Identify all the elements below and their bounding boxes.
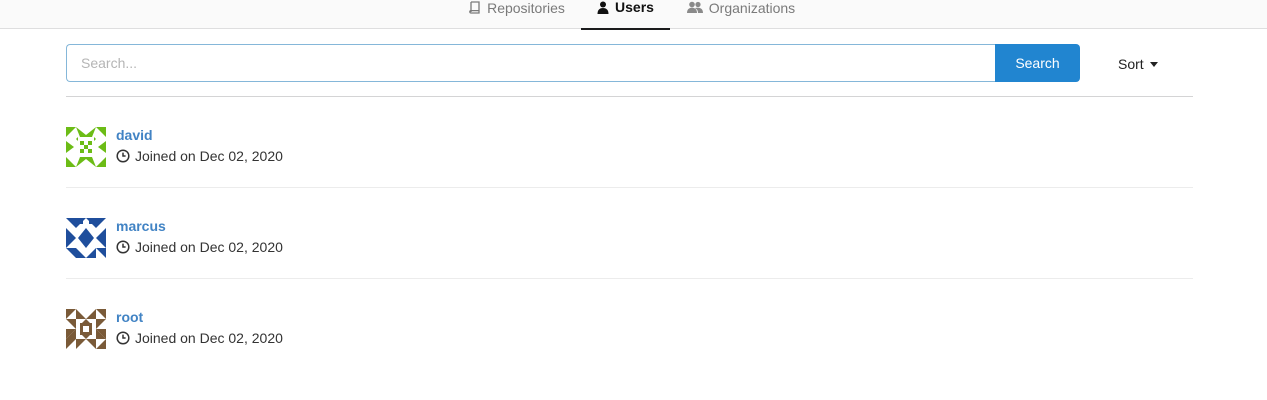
joined-info: Joined on Dec 02, 2020 (116, 330, 283, 346)
clock-icon (116, 240, 130, 254)
tab-label: Repositories (487, 0, 565, 16)
list-item: root Joined on Dec 02, 2020 (66, 279, 1193, 370)
sort-dropdown[interactable]: Sort (1118, 54, 1158, 74)
avatar[interactable] (66, 127, 106, 167)
joined-prefix: Joined on (135, 239, 196, 255)
users-icon (686, 1, 703, 14)
list-item: david Joined on Dec 02, 2020 (66, 97, 1193, 188)
joined-date: Dec 02, 2020 (199, 330, 283, 346)
joined-date: Dec 02, 2020 (199, 148, 283, 164)
tab-label: Organizations (708, 0, 796, 16)
search-button[interactable]: Search (995, 44, 1080, 82)
search-input[interactable] (66, 44, 996, 82)
tab-repositories[interactable]: Repositories (467, 0, 567, 29)
avatar[interactable] (66, 218, 106, 258)
joined-info: Joined on Dec 02, 2020 (116, 239, 283, 255)
list-item: marcus Joined on Dec 02, 2020 (66, 188, 1193, 279)
explore-tabs: Repositories Users Organizations (0, 0, 1267, 30)
book-icon (469, 0, 481, 15)
joined-prefix: Joined on (135, 330, 196, 346)
avatar[interactable] (66, 309, 106, 349)
clock-icon (116, 149, 130, 163)
user-icon (597, 1, 609, 14)
joined-info: Joined on Dec 02, 2020 (116, 148, 283, 164)
sort-label: Sort (1118, 56, 1144, 72)
username-link[interactable]: david (116, 127, 153, 143)
username-link[interactable]: marcus (116, 218, 166, 234)
username-link[interactable]: root (116, 309, 143, 325)
joined-date: Dec 02, 2020 (199, 239, 283, 255)
tab-label: Users (615, 0, 654, 15)
tab-users[interactable]: Users (581, 0, 670, 30)
tab-organizations[interactable]: Organizations (683, 0, 799, 29)
clock-icon (116, 331, 130, 345)
caret-down-icon (1149, 61, 1158, 67)
joined-prefix: Joined on (135, 148, 196, 164)
